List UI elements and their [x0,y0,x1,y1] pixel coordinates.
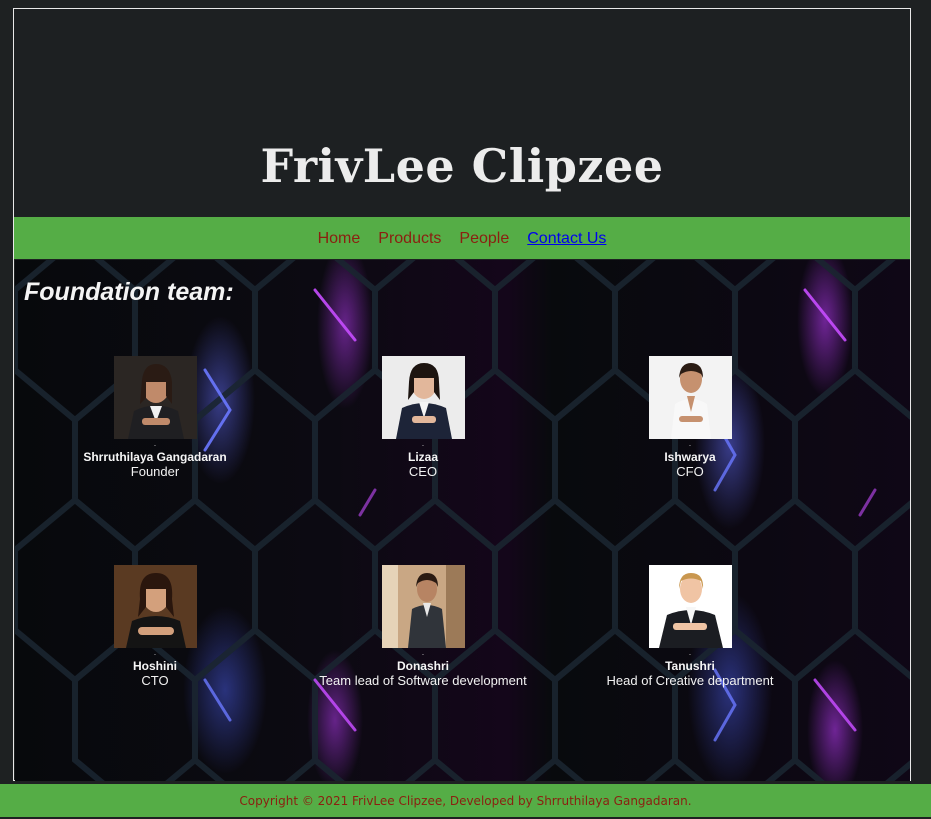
team-member-card: . Hoshini CTO [15,565,295,688]
nav-home[interactable]: Home [318,230,361,248]
member-photo [648,565,732,648]
member-role: CTO [141,673,169,688]
member-name: Ishwarya [664,450,716,464]
team-member-card: . Lizaa CEO [283,356,563,479]
copyright-text: Copyright © 2021 FrivLee Clipzee, Develo… [239,793,692,808]
member-photo [381,565,465,648]
member-role: CFO [676,464,704,479]
main-nav: Home Products People Contact Us [14,217,910,259]
member-name: Tanushri [665,659,715,673]
member-dot: . [153,439,157,448]
team-member-card: . Ishwarya CFO [550,356,830,479]
member-dot: . [688,439,692,448]
member-dot: . [688,648,692,657]
member-photo [113,356,197,439]
team-member-card: . Donashri Team lead of Software develop… [283,565,563,688]
member-photo [113,565,197,648]
member-role: CEO [408,464,438,479]
hexagon-background [15,260,910,781]
member-dot: . [153,648,157,657]
team-section: Foundation team: . Shrruthilaya Gangadar… [15,260,910,781]
member-role: Founder [130,464,180,479]
member-name: Shrruthilaya Gangadaran [83,450,227,464]
member-name: Lizaa [407,450,438,464]
member-photo [648,356,732,439]
nav-products[interactable]: Products [378,230,441,248]
member-dot: . [421,648,425,657]
nav-contact-us[interactable]: Contact Us [527,230,606,248]
section-title: Foundation team: [24,278,234,306]
member-name: Donashri [396,659,449,673]
site-title: FrivLee Clipzee [260,139,664,193]
team-member-card: . Shrruthilaya Gangadaran Founder [15,356,295,479]
member-role: Head of Creative department [606,673,774,688]
member-photo [381,356,465,439]
member-name: Hoshini [133,659,177,673]
nav-people[interactable]: People [459,230,509,248]
member-role: Team lead of Software development [319,673,527,688]
site-header: FrivLee Clipzee [14,9,910,216]
member-dot: . [421,439,425,448]
team-member-card: . Tanushri Head of Creative department [550,565,830,688]
site-footer: Copyright © 2021 FrivLee Clipzee, Develo… [0,784,931,817]
